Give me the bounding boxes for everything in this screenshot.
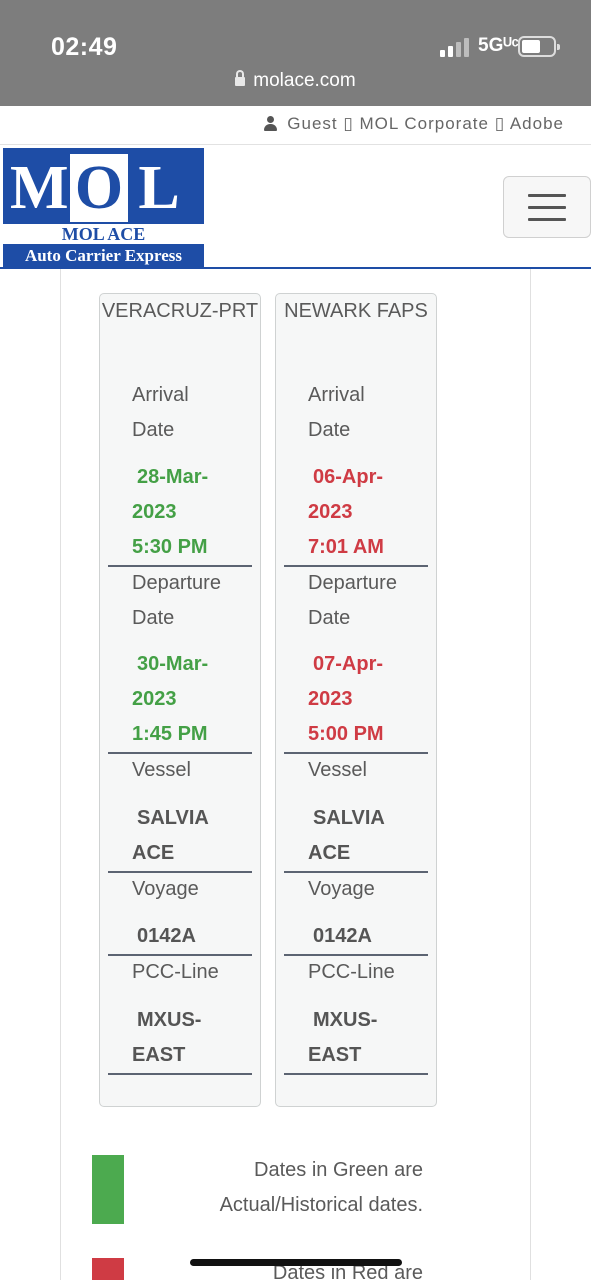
departure-time: 5:00 PM bbox=[308, 723, 384, 745]
pcc-line-label: PCC-Line bbox=[308, 961, 395, 983]
arrival-time: 5:30 PM bbox=[132, 536, 208, 558]
battery-icon bbox=[518, 36, 560, 57]
logo-subtitle: MOL ACE bbox=[3, 224, 204, 244]
green-legend-swatch bbox=[92, 1155, 124, 1224]
vessel-name: SALVIA bbox=[137, 807, 209, 829]
arrival-time: 7:01 AM bbox=[308, 536, 384, 558]
arrival-date: 06-Apr- bbox=[313, 466, 384, 488]
vessel-name-2: ACE bbox=[132, 842, 175, 864]
top-links[interactable]: Guest ▯ MOL Corporate ▯ Adobe bbox=[264, 114, 564, 134]
arrival-label: Arrival Date bbox=[132, 384, 189, 441]
address-bar[interactable]: molace.com bbox=[0, 70, 591, 92]
voyage-number: 0142A bbox=[137, 925, 196, 947]
row-divider bbox=[108, 1073, 252, 1075]
lock-icon bbox=[235, 70, 246, 86]
arrival-date: 28-Mar- bbox=[137, 466, 209, 488]
logo-letter: O bbox=[70, 154, 128, 222]
port-card: VERACRUZ-PRT Arrival Date 28-Mar- 2023 5:… bbox=[99, 293, 261, 1107]
top-links-text[interactable]: Guest ▯ MOL Corporate ▯ Adobe bbox=[287, 114, 564, 133]
vessel-label: Vessel bbox=[308, 759, 367, 781]
logo-tagline: Auto Carrier Express bbox=[24, 246, 183, 265]
green-legend-text: Dates in Green are Actual/Historical dat… bbox=[219, 1159, 423, 1216]
mol-ace-logo[interactable]: M O L MOL ACE Auto Carrier Express bbox=[3, 148, 204, 268]
pcc-line-2: EAST bbox=[308, 1044, 362, 1066]
red-legend-swatch bbox=[92, 1258, 124, 1280]
departure-time: 1:45 PM bbox=[132, 723, 208, 745]
voyage-label: Voyage bbox=[132, 878, 199, 900]
menu-icon bbox=[528, 194, 566, 197]
url-text: molace.com bbox=[253, 70, 356, 91]
home-indicator[interactable] bbox=[190, 1259, 402, 1266]
vessel-name-2: ACE bbox=[308, 842, 351, 864]
divider bbox=[0, 144, 591, 145]
row-divider bbox=[284, 1073, 428, 1075]
pcc-line-label: PCC-Line bbox=[132, 961, 219, 983]
departure-label: Departure Date bbox=[132, 572, 221, 629]
network-type: 5Gᵁᶜ bbox=[478, 35, 519, 56]
status-bar: 02:49 5Gᵁᶜ molace.com bbox=[0, 0, 591, 106]
logo-letter: M bbox=[10, 154, 69, 222]
port-name: VERACRUZ-PRT bbox=[101, 300, 259, 322]
vessel-name: SALVIA bbox=[313, 807, 385, 829]
port-card: NEWARK FAPS Arrival Date 06-Apr- 2023 7:0… bbox=[275, 293, 437, 1107]
arrival-label: Arrival Date bbox=[308, 384, 365, 441]
user-icon bbox=[264, 116, 278, 131]
departure-date: 07-Apr- bbox=[313, 653, 384, 675]
pcc-line-2: EAST bbox=[132, 1044, 186, 1066]
port-name: NEWARK FAPS bbox=[284, 300, 428, 322]
vessel-label: Vessel bbox=[132, 759, 191, 781]
departure-year: 2023 bbox=[132, 688, 177, 710]
pcc-line: MXUS- bbox=[313, 1009, 378, 1031]
departure-year: 2023 bbox=[308, 688, 353, 710]
arrival-year: 2023 bbox=[132, 501, 177, 523]
logo-letter: L bbox=[138, 154, 180, 222]
hamburger-menu-button[interactable] bbox=[503, 176, 591, 238]
clock: 02:49 bbox=[51, 33, 118, 61]
pcc-line: MXUS- bbox=[137, 1009, 202, 1031]
departure-label: Departure Date bbox=[308, 572, 397, 629]
voyage-number: 0142A bbox=[313, 925, 372, 947]
departure-date: 30-Mar- bbox=[137, 653, 209, 675]
cellular-signal-icon bbox=[440, 37, 472, 57]
arrival-year: 2023 bbox=[308, 501, 353, 523]
voyage-label: Voyage bbox=[308, 878, 375, 900]
